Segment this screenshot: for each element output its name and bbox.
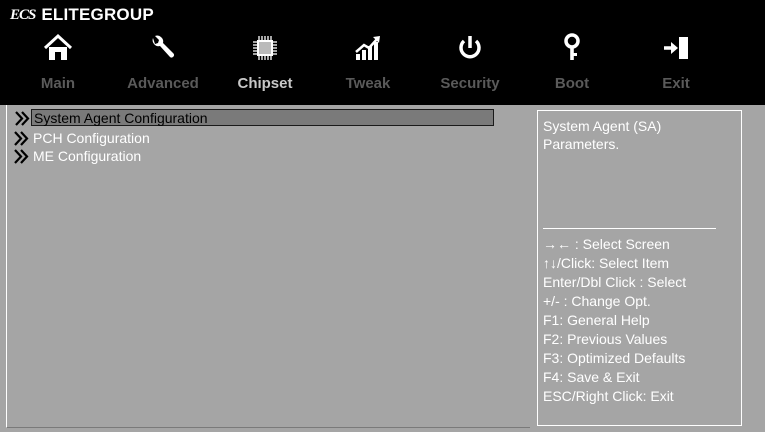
menu-item-pch-configuration[interactable]: PCH Configuration (14, 130, 150, 147)
key-hint: ESC/Right Click: Exit (543, 388, 674, 404)
help-description-line: System Agent (SA) (543, 118, 662, 134)
tab-exit-label: Exit (662, 75, 690, 92)
tab-main[interactable]: Main (8, 28, 108, 105)
wrench-icon (152, 35, 174, 58)
top-bar: ECS ELITEGROUP Main Advanced Chipset Twe… (0, 0, 765, 105)
tab-exit[interactable]: Exit (626, 28, 726, 105)
exit-icon (664, 37, 688, 59)
key-hint: F3: Optimized Defaults (543, 350, 686, 366)
tab-tweak[interactable]: Tweak (318, 28, 418, 105)
key-icon (564, 33, 580, 60)
tab-chipset[interactable]: Chipset (215, 28, 315, 105)
key-hint: Enter/Dbl Click : Select (543, 274, 687, 290)
help-description: System Agent (SA) Parameters. (543, 117, 733, 153)
tab-tweak-label: Tweak (345, 75, 391, 92)
power-icon (459, 36, 481, 59)
tab-advanced[interactable]: Advanced (113, 28, 213, 105)
key-hint: F2: Previous Values (543, 331, 668, 347)
key-hint: ↑↓/Click: Select Item (543, 255, 670, 271)
tab-security-label: Security (440, 75, 500, 92)
tab-boot-label: Boot (554, 75, 590, 92)
tab-bar: Main Advanced Chipset Tweak Security Boo… (0, 28, 765, 105)
double-chevron-icon (15, 111, 30, 126)
menu-item-system-agent-configuration[interactable]: System Agent Configuration (15, 109, 494, 126)
tab-advanced-label: Advanced (127, 75, 199, 92)
tab-main-label: Main (40, 75, 76, 92)
tab-chipset-label: Chipset (237, 75, 293, 92)
help-divider (543, 228, 716, 229)
key-hint: +/- : Change Opt. (543, 293, 651, 309)
double-chevron-icon (14, 131, 29, 146)
help-panel: System Agent (SA) Parameters. →← : Selec… (537, 110, 742, 426)
key-hint: →← : Select Screen (543, 236, 670, 252)
tab-security[interactable]: Security (420, 28, 520, 105)
brand-name: ELITEGROUP (41, 5, 154, 24)
key-legend: →← : Select Screen ↑↓/Click: Select Item… (543, 235, 686, 406)
brand-logo: ECS ELITEGROUP (10, 4, 154, 26)
menu-item-label: System Agent Configuration (34, 110, 208, 126)
tab-boot[interactable]: Boot (522, 28, 622, 105)
key-hint: F4: Save & Exit (543, 369, 640, 385)
menu-panel: System Agent Configuration PCH Configura… (6, 105, 530, 428)
menu-item-label: ME Configuration (33, 148, 142, 164)
key-hint: F1: General Help (543, 312, 650, 328)
chart-icon (355, 36, 380, 60)
ecs-logo-mark: ECS (10, 6, 36, 23)
double-chevron-icon (14, 149, 29, 164)
menu-item-label: PCH Configuration (33, 130, 150, 146)
help-description-line: Parameters. (543, 136, 620, 152)
home-icon (43, 33, 73, 60)
menu-item-me-configuration[interactable]: ME Configuration (14, 148, 142, 165)
chip-icon (253, 36, 277, 60)
